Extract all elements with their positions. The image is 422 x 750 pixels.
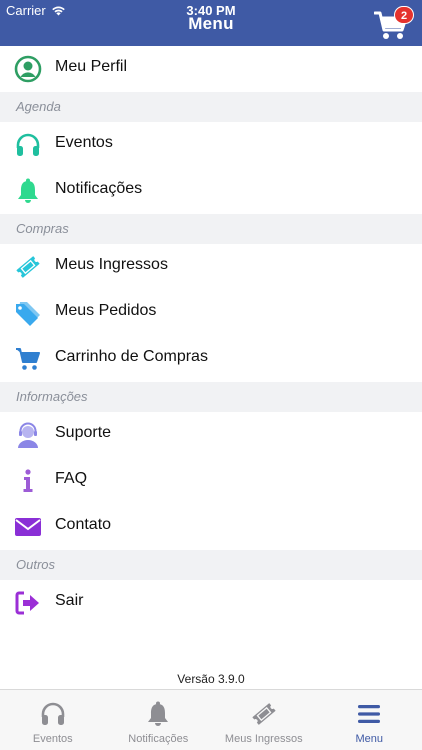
info-icon [14,467,42,495]
nav-header: Carrier 3:40 PM Menu 2 [0,0,422,46]
menu-item-label: Meu Perfil [55,58,128,75]
menu-item-eventos[interactable]: Eventos [0,122,422,168]
hamburger-icon [355,700,383,728]
menu-list: Meu Perfil Agenda Eventos Notificações C… [0,46,422,626]
tab-label: Meus Ingressos [224,733,303,745]
menu-item-label: Meus Pedidos [55,302,157,319]
ticket-icon [14,253,42,281]
ticket-icon [250,700,278,728]
menu-item-label: Suporte [55,424,112,441]
menu-item-label: FAQ [55,470,88,487]
menu-item-sair[interactable]: Sair [0,580,422,626]
support-agent-icon [14,421,42,449]
section-label: Compras [16,221,69,236]
tab-label: Eventos [32,733,73,745]
menu-item-label: Contato [55,516,112,533]
tab-label: Notificações [128,733,189,745]
menu-item-meus-pedidos[interactable]: Meus Pedidos [0,290,422,336]
section-label: Outros [16,557,56,572]
section-label: Agenda [16,99,61,114]
tab-menu[interactable]: Menu [317,690,422,750]
bell-icon [14,177,42,205]
section-header-agenda: Agenda [0,92,422,122]
sign-out-icon [14,589,42,617]
cart-icon [14,345,42,373]
menu-item-carrinho[interactable]: Carrinho de Compras [0,336,422,382]
envelope-icon [14,513,42,541]
section-header-outros: Outros [0,550,422,580]
tags-icon [14,299,42,327]
menu-item-suporte[interactable]: Suporte [0,412,422,458]
menu-item-faq[interactable]: FAQ [0,458,422,504]
headphones-icon [14,131,42,159]
app-version: Versão 3.9.0 [177,672,245,686]
menu-item-label: Sair [55,592,84,609]
tab-bar: Eventos Notificações Meus Ingressos Menu [0,689,422,750]
page-title: Menu [188,14,234,33]
header-cart-button[interactable]: 2 [374,6,414,40]
menu-item-label: Carrinho de Compras [55,348,208,365]
menu-item-contato[interactable]: Contato [0,504,422,550]
menu-item-label: Meus Ingressos [55,256,168,273]
tab-meus-ingressos[interactable]: Meus Ingressos [211,690,317,750]
section-header-informacoes: Informações [0,382,422,412]
tab-label: Menu [355,733,384,745]
menu-item-meus-ingressos[interactable]: Meus Ingressos [0,244,422,290]
headphones-icon [39,700,67,728]
menu-item-notificacoes[interactable]: Notificações [0,168,422,214]
user-circle-icon [14,55,42,83]
menu-item-label: Eventos [55,134,113,151]
tab-eventos[interactable]: Eventos [0,690,106,750]
bell-icon [144,700,172,728]
cart-badge: 2 [394,6,414,24]
menu-item-label: Notificações [55,180,143,197]
tab-notificacoes[interactable]: Notificações [106,690,212,750]
section-header-compras: Compras [0,214,422,244]
section-label: Informações [16,389,88,404]
menu-item-profile[interactable]: Meu Perfil [0,46,422,92]
